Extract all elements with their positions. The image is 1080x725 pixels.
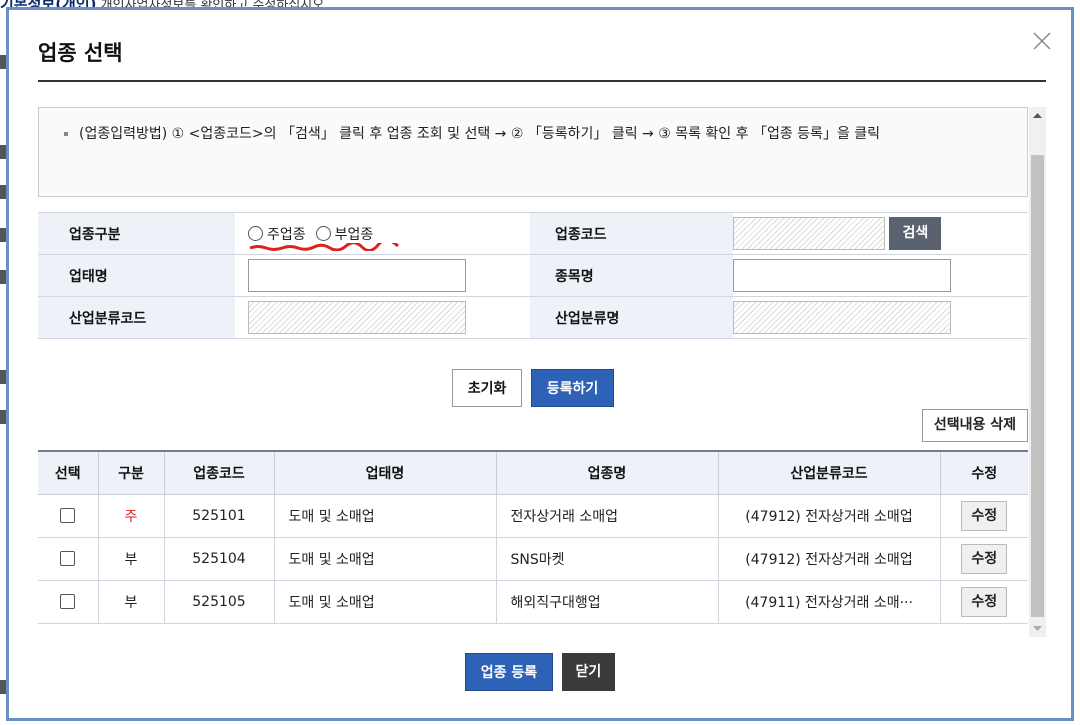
row-checkbox[interactable] [60,551,76,566]
close-icon[interactable] [1031,30,1053,52]
code-field: 검색 [733,212,1028,255]
table-row: 부 525105 도매 및 소매업 해외직구대행업 (47911) 전자상거래 … [38,580,1028,624]
red-squiggle-mark [249,242,400,251]
col-header-edit: 수정 [939,450,1028,495]
row-item: 전자상거래 소매업 [495,494,718,538]
scrollbar-thumb[interactable] [1031,155,1044,617]
item-name-input[interactable] [733,259,951,292]
row-business: 도매 및 소매업 [273,580,496,624]
row-code: 525105 [163,580,274,624]
scroll-down-arrow-icon[interactable] [1029,620,1046,637]
table-row: 주 525101 도매 및 소매업 전자상거래 소매업 (47912) 전자상거… [38,494,1028,538]
row-checkbox[interactable] [60,508,76,523]
industry-name-field [733,296,1028,339]
row-edit-cell: 수정 [939,494,1028,538]
submit-industry-button[interactable]: 업종 등록 [464,653,554,691]
row-business: 도매 및 소매업 [273,537,496,581]
form-button-row: 초기화 등록하기 [38,369,1028,407]
row-industry: (47912) 전자상거래 소매업 [717,537,940,581]
table-row: 부 525104 도매 및 소매업 SNS마켓 (47912) 전자상거래 소매… [38,537,1028,581]
main-industry-label[interactable]: 주업종 [267,224,306,244]
col-header-industry: 산업분류코드 [717,450,940,495]
row-industry-text: (47912) 전자상거래 소매업 [745,508,913,525]
row-business: 도매 및 소매업 [273,494,496,538]
edit-button[interactable]: 수정 [961,543,1008,574]
main-industry-radio[interactable] [248,226,263,241]
industry-class-name-input[interactable] [733,301,951,334]
modal-footer: 업종 등록 닫기 [9,653,1071,691]
scroll-up-arrow-icon[interactable] [1029,107,1046,124]
col-header-select: 선택 [38,450,98,495]
row-industry-text: (47912) 전자상거래 소매업 [745,551,913,568]
sub-industry-label[interactable]: 부업종 [335,224,374,244]
row-industry: (47911) 전자상거래 소매··· [717,580,940,624]
col-header-code: 업종코드 [163,450,274,495]
industry-select-modal: 업종 선택 (업종입력방법) ① <업종코드>의 「검색」 클릭 후 업종 조회… [6,7,1074,721]
row-item: 해외직구대행업 [495,580,718,624]
row-checkbox[interactable] [60,594,76,609]
input-guide-text: (업종입력방법) ① <업종코드>의 「검색」 클릭 후 업종 조회 및 선택 … [79,126,881,142]
type-label: 업종구분 [38,212,235,255]
industry-code-label: 산업분류코드 [38,296,235,339]
item-field [733,254,1028,297]
close-button[interactable]: 닫기 [561,653,616,691]
col-header-kind: 구분 [97,450,164,495]
reset-button[interactable]: 초기화 [451,369,523,407]
modal-content: (업종입력방법) ① <업종코드>의 「검색」 클릭 후 업종 조회 및 선택 … [38,107,1046,637]
row-select-cell [38,494,98,538]
row-item: SNS마켓 [495,537,718,581]
bullet-icon [64,132,68,136]
scroll-area: (업종입력방법) ① <업종코드>의 「검색」 클릭 후 업종 조회 및 선택 … [38,107,1028,637]
industry-code-input[interactable] [733,217,885,250]
item-label: 종목명 [530,254,733,297]
col-header-business: 업태명 [273,450,496,495]
business-name-input[interactable] [248,259,466,292]
industry-form: 업종구분 주업종 부업종 업종코드 검색 업태명 종목명 산업분류코드 산업분류… [38,212,1028,339]
edit-button[interactable]: 수정 [961,500,1008,531]
edit-button[interactable]: 수정 [961,586,1008,617]
input-guide-box: (업종입력방법) ① <업종코드>의 「검색」 클릭 후 업종 조회 및 선택 … [38,107,1028,197]
row-industry: (47912) 전자상거래 소매업 [717,494,940,538]
type-field: 주업종 부업종 [235,212,530,255]
vertical-scrollbar[interactable] [1029,107,1046,637]
col-header-item: 업종명 [495,450,718,495]
industry-class-code-input[interactable] [248,301,466,334]
code-label: 업종코드 [530,212,733,255]
delete-selected-button[interactable]: 선택내용 삭제 [921,409,1028,442]
register-button[interactable]: 등록하기 [530,369,615,407]
business-label: 업태명 [38,254,235,297]
industry-list-table: 선택 구분 업종코드 업태명 업종명 산업분류코드 수정 주 525101 도매… [38,450,1028,624]
row-kind: 부 [97,580,164,624]
row-industry-text: (47911) 전자상거래 소매··· [745,594,913,611]
industry-code-field [235,296,530,339]
type-radio-group: 주업종 부업종 [248,224,530,251]
title-divider [38,80,1046,82]
row-select-cell [38,580,98,624]
business-field [235,254,530,297]
modal-title: 업종 선택 [38,41,123,65]
row-select-cell [38,537,98,581]
row-kind: 부 [97,537,164,581]
search-button[interactable]: 검색 [889,217,942,250]
row-edit-cell: 수정 [939,580,1028,624]
sub-industry-radio[interactable] [315,226,331,241]
row-kind: 주 [97,494,164,538]
row-code: 525101 [163,494,274,538]
industry-name-label: 산업분류명 [530,296,733,339]
row-code: 525104 [163,537,274,581]
row-edit-cell: 수정 [939,537,1028,581]
